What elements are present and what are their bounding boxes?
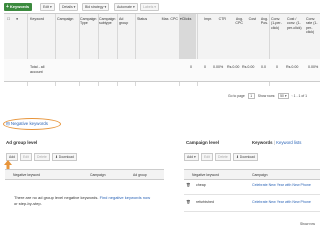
keywords-table: ☐ ● Keyword Campaign Campaign Type Campa… — [4, 13, 320, 86]
col-conv-rate[interactable]: Conv. rate (1-per-click) — [306, 17, 320, 35]
total-cost-conv: Rs.0.00 — [286, 65, 299, 69]
col-campaign-type[interactable]: Campaign Type — [80, 17, 96, 26]
row-campaign-link[interactable]: Celebrate New Year with New Phone — [252, 183, 311, 187]
col-campaign-subtype[interactable]: Campaign subtype — [99, 17, 115, 26]
campaign-download-label: Download — [239, 155, 255, 159]
col-cost-conv[interactable]: Cost / conv. (1-per-click) — [287, 17, 303, 30]
ad-group-level-title: Ad group level — [6, 140, 38, 145]
edit-dropdown[interactable]: Edit ▾ — [40, 3, 55, 11]
col-ad-group[interactable]: Ad group — [119, 17, 131, 26]
total-cost: Rs.0.00 — [242, 65, 255, 69]
campaign-col-campaign[interactable]: Campaign — [252, 173, 267, 177]
table-row: 🗑 refurbished Celebrate New Year with Ne… — [184, 195, 320, 212]
trash-icon[interactable]: 🗑 — [186, 200, 191, 204]
campaign-level-tabs: Keywords | Keyword lists — [252, 140, 301, 145]
tab-separator: | — [273, 140, 275, 145]
campaign-col-negative-keyword[interactable]: Negative keyword — [192, 173, 219, 177]
bid-strategy-dropdown[interactable]: Bid strategy ▾ — [82, 3, 110, 11]
goto-page-label: Go to page — [228, 94, 245, 98]
total-clicks: 0 — [190, 65, 192, 69]
col-conv[interactable]: Conv. (1-per-click) — [271, 17, 285, 30]
col-clicks[interactable]: ▾Clicks — [180, 14, 196, 59]
select-all-checkbox[interactable]: ☐ — [7, 17, 10, 21]
ad-group-download-button[interactable]: ⬇ Download — [52, 153, 77, 161]
campaign-delete-button[interactable]: Delete — [215, 153, 231, 161]
rows-per-page-select[interactable]: 50 ▾ — [278, 93, 289, 99]
total-row: Total - all account 0 0 0.00% Rs.0.00 Rs… — [4, 59, 320, 82]
labels-dropdown[interactable]: Labels ▾ — [140, 3, 160, 11]
ad-group-download-label: Download — [58, 155, 74, 159]
total-label: Total - all account — [30, 65, 45, 74]
ad-group-col-ad-group[interactable]: Ad group — [133, 173, 147, 177]
campaign-add-button[interactable]: Add ▾ — [184, 153, 199, 161]
col-max-cpc[interactable]: Max. CPC — [156, 17, 178, 21]
campaign-edit-button[interactable]: Edit — [201, 153, 213, 161]
plus-icon: + — [6, 4, 9, 10]
prev-page-icon[interactable]: ‹ — [292, 94, 293, 98]
negative-keywords-toggle[interactable]: ⊟ Negative keywords — [6, 121, 48, 127]
toolbar: + Keywords Edit ▾ Details ▾ Bid strategy… — [4, 3, 316, 12]
ad-group-edit-button[interactable]: Edit — [20, 153, 32, 161]
ad-group-col-negative-keyword[interactable]: Negative keyword — [13, 173, 40, 177]
details-dropdown[interactable]: Details ▾ — [59, 3, 79, 11]
col-ctr[interactable]: CTR — [214, 17, 226, 21]
keywords-button[interactable]: + Keywords — [4, 3, 32, 11]
tab-keywords[interactable]: Keywords — [252, 140, 273, 145]
keywords-table-header: ☐ ● Keyword Campaign Campaign Type Campa… — [4, 14, 320, 60]
keywords-button-label: Keywords — [9, 4, 30, 9]
total-conv: 0 — [276, 65, 278, 69]
col-impr[interactable]: Impr. — [200, 17, 212, 21]
col-status[interactable]: Status — [137, 17, 151, 21]
ad-group-empty-state: There are no ad group level negative key… — [14, 195, 154, 207]
download-icon: ⬇ — [55, 155, 58, 159]
total-avg-pos: 0.0 — [261, 65, 266, 69]
show-rows-label: Show rows: — [257, 94, 276, 98]
campaign-show-rows[interactable]: Show row — [300, 222, 315, 226]
tab-keyword-lists[interactable]: Keyword lists — [276, 140, 301, 145]
find-negative-keywords-link[interactable]: Find negative keywords now — [100, 195, 150, 200]
total-impr: 0 — [204, 65, 206, 69]
total-conv-rate: 0.00% — [308, 65, 319, 69]
col-avg-cpc[interactable]: Avg. CPC — [228, 17, 243, 26]
ad-group-col-campaign[interactable]: Campaign — [90, 173, 105, 177]
page-range: 1 - 1 of 1 — [293, 94, 308, 98]
total-ctr: 0.00% — [213, 65, 224, 69]
ad-group-table-header: Negative keyword Campaign Ad group — [5, 169, 164, 180]
row-keyword: refurbished — [196, 200, 214, 204]
col-clicks-label: Clicks — [181, 17, 192, 21]
empty-text: There are no ad group level negative key… — [14, 195, 99, 200]
campaign-level-title: Campaign level — [186, 140, 220, 145]
goto-page-input[interactable]: 1 — [247, 93, 255, 99]
pager: Go to page 1 Show rows: 50 ▾ ‹ 1 - 1 of … — [228, 93, 307, 99]
row-campaign-link[interactable]: Celebrate New Year with New Phone — [252, 200, 311, 204]
table-row: 🗑 cheap Celebrate New Year with New Phon… — [184, 178, 320, 195]
total-avg-cpc: Rs.0.00 — [227, 65, 240, 69]
row-keyword: cheap — [196, 183, 206, 187]
col-campaign[interactable]: Campaign — [57, 17, 77, 21]
download-icon: ⬇ — [236, 155, 239, 159]
empty-suffix: or step-by-step. — [14, 201, 42, 206]
col-avg-pos[interactable]: Avg. Pos. — [258, 17, 268, 26]
col-keyword[interactable]: Keyword — [30, 17, 52, 21]
status-dot-icon: ● — [16, 17, 19, 21]
trash-icon[interactable]: 🗑 — [186, 183, 191, 187]
col-cost[interactable]: Cost — [244, 17, 256, 21]
campaign-download-button[interactable]: ⬇ Download — [233, 153, 258, 161]
automate-dropdown[interactable]: Automate ▾ — [114, 3, 138, 11]
ad-group-delete-button[interactable]: Delete — [34, 153, 50, 161]
